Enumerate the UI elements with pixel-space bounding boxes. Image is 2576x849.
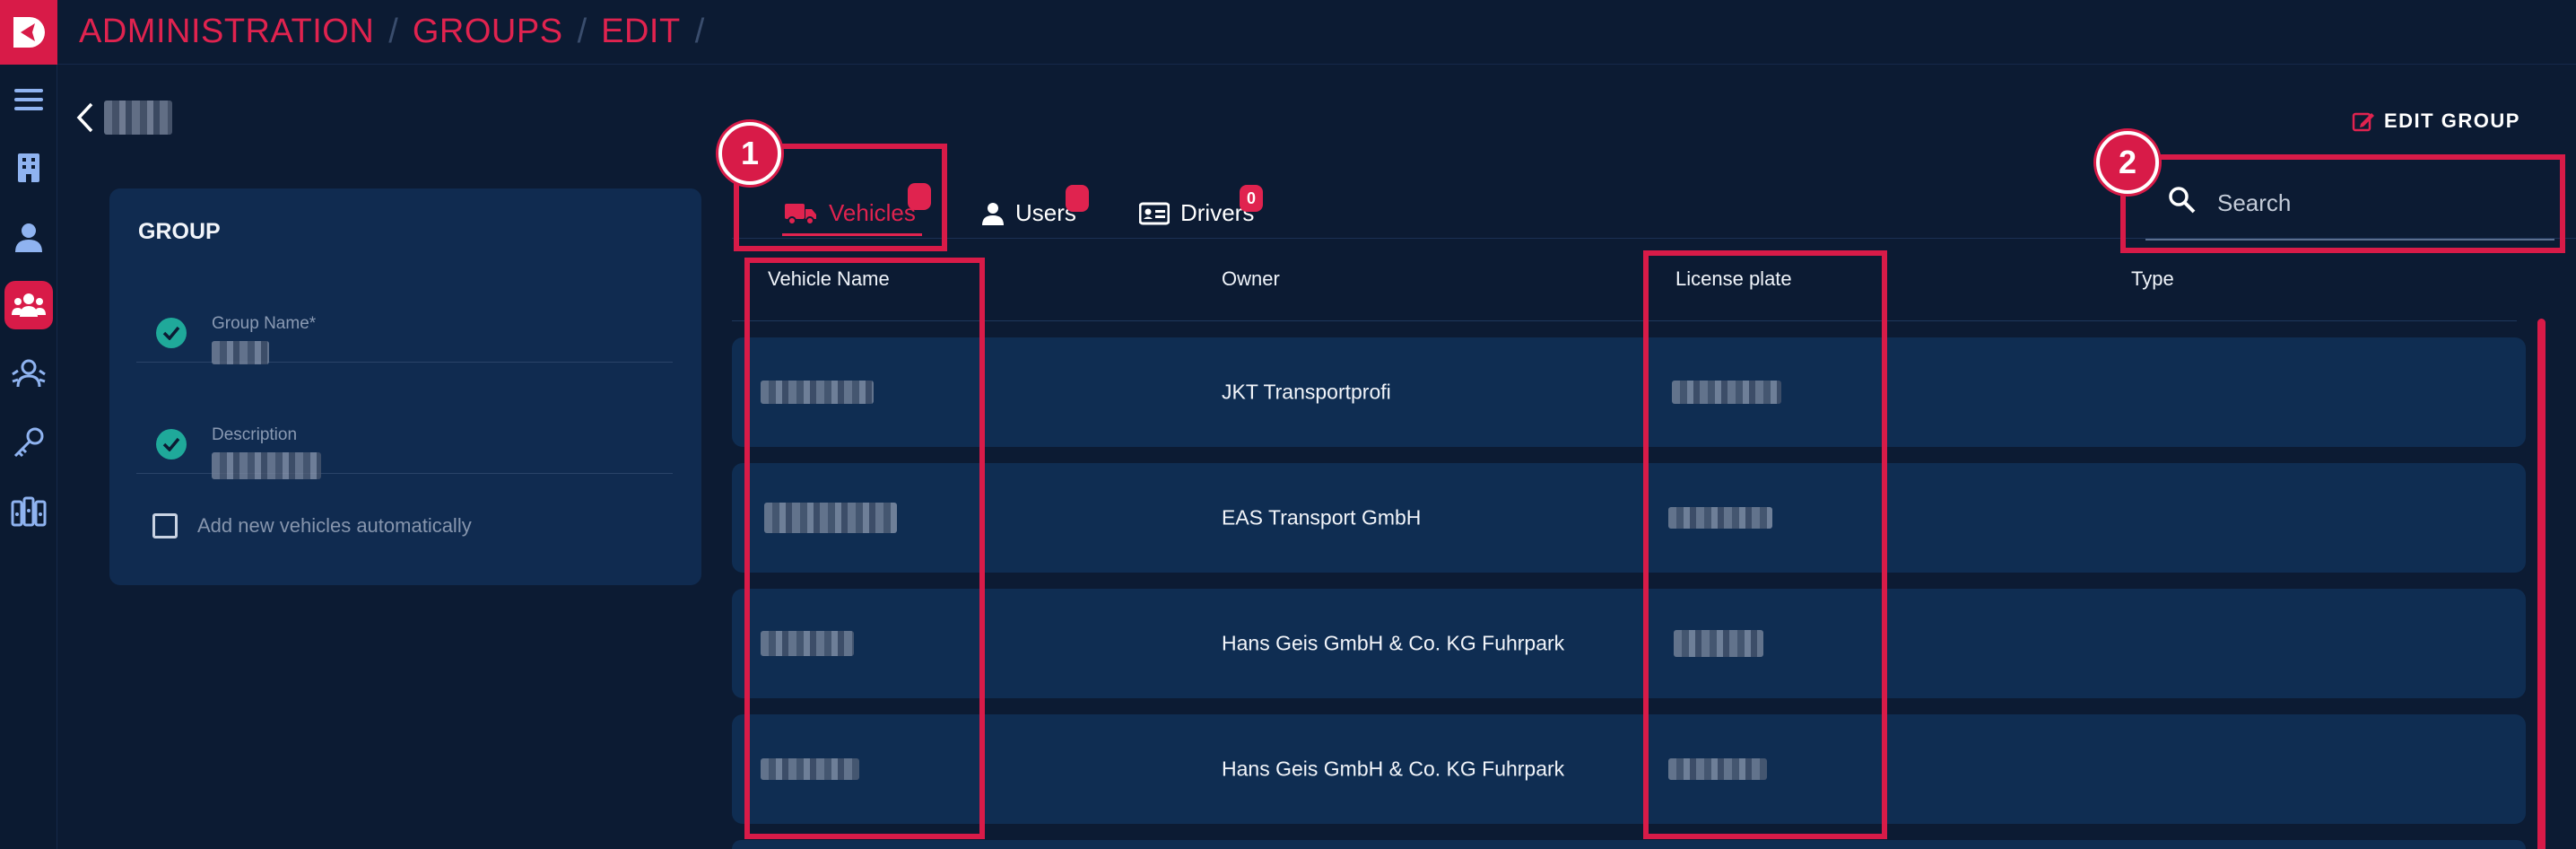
table-scrollbar[interactable] [2537, 319, 2546, 849]
auto-add-checkbox[interactable] [152, 513, 178, 538]
description-field[interactable]: Description [136, 375, 673, 479]
nav-users[interactable] [4, 214, 53, 262]
breadcrumb-separator: / [694, 13, 705, 50]
hamburger-icon [14, 89, 43, 110]
group-card: GROUP Group Name* Description Add new ve… [109, 188, 701, 585]
group-icon [12, 293, 46, 317]
owner-cell: EAS Transport GmbH [1222, 505, 1422, 530]
column-type[interactable]: Type [2131, 267, 2174, 291]
edit-group-button[interactable]: EDIT GROUP [2352, 109, 2520, 133]
highlight-license-plate-column [1643, 250, 1887, 839]
annotation-marker-1: 1 [718, 122, 781, 185]
breadcrumb-groups[interactable]: GROUPS [413, 13, 563, 51]
id-card-icon [1139, 202, 1170, 224]
breadcrumb: ADMINISTRATION / GROUPS / EDIT / [57, 0, 2576, 65]
nav-groups[interactable] [4, 281, 53, 329]
group-card-title: GROUP [138, 219, 221, 244]
table-row[interactable]: Hans Geis GmbH & Co. KG Fuhrpark [732, 714, 2526, 824]
auto-add-vehicles-option[interactable]: Add new vehicles automatically [152, 513, 472, 538]
building-icon [18, 153, 39, 182]
users-count-badge [1066, 185, 1089, 212]
table-row[interactable] [732, 840, 2526, 849]
menu-button[interactable] [4, 75, 53, 124]
breadcrumb-administration[interactable]: ADMINISTRATION [79, 13, 374, 51]
owner-cell: Hans Geis GmbH & Co. KG Fuhrpark [1222, 631, 1565, 655]
owner-cell: Hans Geis GmbH & Co. KG Fuhrpark [1222, 757, 1565, 781]
highlight-vehicle-name-column [744, 258, 985, 839]
description-label: Description [212, 425, 298, 444]
breadcrumb-separator: / [388, 13, 398, 50]
annotation-marker-2: 2 [2096, 131, 2159, 194]
driver-group-icon [12, 359, 46, 388]
key-icon [13, 427, 44, 458]
nav-company[interactable] [4, 144, 53, 192]
person-icon [15, 223, 42, 252]
access-panel-icon [11, 496, 47, 527]
tab-drivers[interactable]: Drivers [1139, 199, 1254, 227]
group-name-redacted [104, 101, 172, 135]
group-name-value-redacted [212, 341, 269, 364]
edit-icon [2352, 112, 2374, 132]
chevron-left-icon [76, 102, 93, 133]
description-value-redacted [212, 452, 321, 479]
auto-add-label: Add new vehicles automatically [197, 514, 472, 537]
nav-access[interactable] [4, 488, 53, 537]
table-row[interactable]: JKT Transportprofi [732, 337, 2526, 447]
breadcrumb-edit: EDIT [601, 13, 681, 50]
highlight-search [2120, 154, 2565, 253]
back-link[interactable] [75, 101, 172, 135]
left-nav-rail [0, 0, 57, 849]
tab-users[interactable]: Users [981, 199, 1076, 227]
table-row[interactable]: EAS Transport GmbH [732, 463, 2526, 573]
check-circle-icon [156, 318, 187, 348]
column-owner[interactable]: Owner [1222, 267, 1280, 291]
owner-cell: JKT Transportprofi [1222, 380, 1391, 404]
nav-keys[interactable] [4, 418, 53, 467]
person-icon [982, 202, 1004, 225]
breadcrumb-separator: / [577, 13, 587, 50]
group-name-label: Group Name* [212, 314, 317, 333]
edit-group-label: EDIT GROUP [2384, 109, 2520, 132]
logo-icon [13, 17, 45, 48]
check-circle-icon [156, 429, 187, 460]
drivers-count-badge: 0 [1240, 185, 1263, 212]
group-name-field[interactable]: Group Name* [136, 264, 673, 364]
app-logo[interactable] [0, 0, 57, 65]
table-row[interactable]: Hans Geis GmbH & Co. KG Fuhrpark [732, 589, 2526, 698]
nav-drivers[interactable] [4, 348, 53, 397]
